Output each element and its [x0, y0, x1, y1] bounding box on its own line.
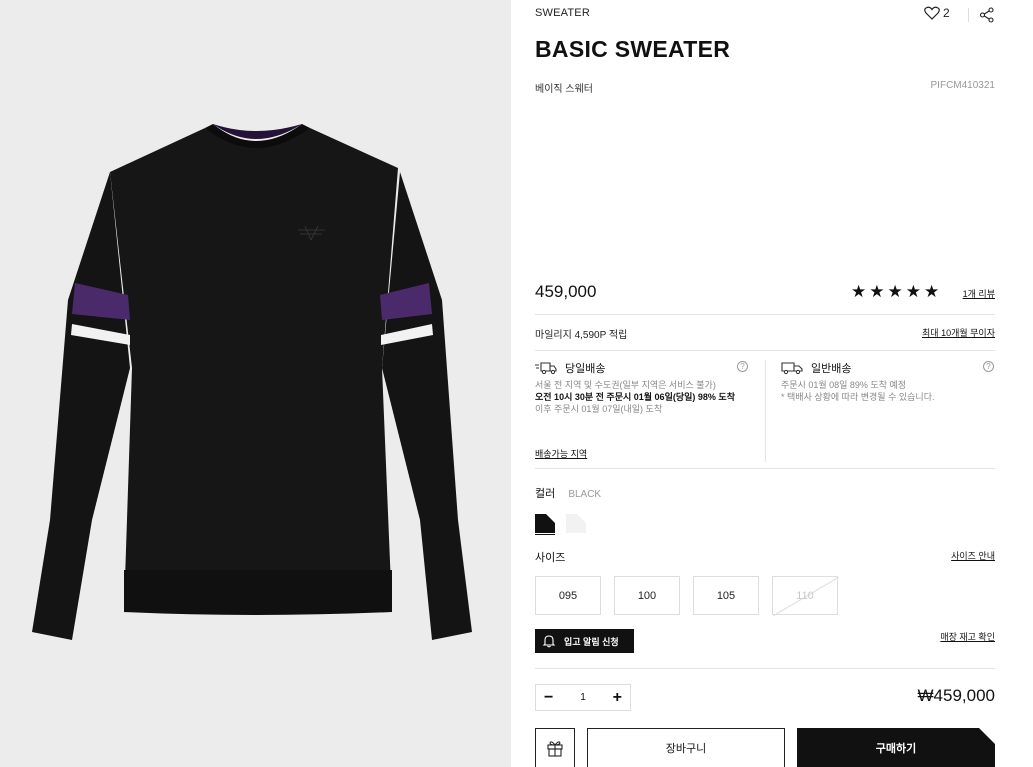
- product-image-panel: [0, 0, 511, 767]
- standard-title: 일반배송: [811, 363, 852, 375]
- same-day-region: 서울 전 지역 및 수도권(일부 지역은 서비스 불가): [535, 380, 716, 390]
- divider: [535, 350, 995, 351]
- gift-icon: [547, 741, 563, 757]
- size-option-label: 110: [796, 589, 814, 602]
- swatch-black-shape: [535, 514, 555, 533]
- share-button[interactable]: [979, 7, 995, 28]
- bell-icon: [542, 635, 556, 648]
- same-day-title: 당일배송: [565, 363, 606, 375]
- size-option-105[interactable]: 105: [693, 576, 759, 615]
- truck-icon: [781, 362, 803, 375]
- add-to-cart-button[interactable]: 장바구니: [587, 728, 785, 767]
- product-subtitle: 베이직 스웨터: [535, 84, 593, 95]
- swatch-white-shape: [566, 514, 586, 533]
- star-icon: ★: [887, 282, 903, 301]
- star-icon: ★: [851, 282, 867, 301]
- standard-note: * 택배사 상황에 따라 변경될 수 있습니다.: [781, 392, 935, 402]
- same-day-deadline: 오전 10시 30분 전 주문시 01월 06일(당일) 98% 도착: [535, 392, 735, 402]
- size-option-label: 105: [716, 589, 736, 602]
- truck-fast-icon: [535, 362, 557, 375]
- quantity-decrease-button[interactable]: −: [544, 689, 553, 706]
- quantity-increase-button[interactable]: +: [613, 689, 622, 706]
- color-option: 컬러 BLACK: [535, 485, 601, 501]
- restock-notify-button[interactable]: 입고 알림 신청: [535, 629, 634, 653]
- standard-shipping: 일반배송 ? 주문시 01월 08일 89% 도착 예정 * 택배사 상황에 따…: [781, 360, 1001, 402]
- restock-notify-label: 입고 알림 신청: [564, 636, 619, 647]
- help-icon[interactable]: ?: [983, 361, 994, 372]
- like-count: 2: [943, 6, 950, 20]
- swatch-white[interactable]: [566, 511, 586, 533]
- color-label: 컬러: [535, 488, 556, 500]
- share-icon: [979, 7, 994, 23]
- size-option-110-soldout[interactable]: 110: [772, 576, 839, 616]
- star-icon: ★: [905, 282, 921, 301]
- color-selected: BLACK: [568, 489, 602, 500]
- cart-label: 장바구니: [665, 743, 707, 755]
- same-day-shipping: 당일배송 ? 서울 전 지역 및 수도권(일부 지역은 서비스 불가) 오전 1…: [535, 360, 755, 414]
- standard-estimate: 주문시 01월 08일 89% 도착 예정: [781, 380, 907, 390]
- swatch-black[interactable]: [535, 511, 555, 535]
- sweater-left-sleeve: [32, 172, 130, 640]
- size-option-095[interactable]: 095: [535, 576, 601, 615]
- sweater-right-sleeve: [382, 172, 472, 640]
- divider: [535, 468, 995, 469]
- star-icon: ★: [869, 282, 885, 301]
- like-button[interactable]: 2: [924, 6, 950, 20]
- buy-label: 구매하기: [875, 743, 917, 755]
- product-title: BASIC SWEATER: [535, 36, 731, 62]
- size-option-100[interactable]: 100: [614, 576, 680, 615]
- sweater-hem: [124, 570, 392, 615]
- review-link[interactable]: 1개 리뷰: [963, 287, 995, 300]
- size-label: 사이즈: [535, 552, 566, 564]
- sweater-body: [110, 128, 398, 614]
- size-option-label: 095: [558, 589, 578, 602]
- quantity-value[interactable]: 1: [580, 692, 586, 703]
- size-guide-link[interactable]: 사이즈 안내: [951, 549, 995, 562]
- divider: [535, 314, 995, 315]
- installment-link[interactable]: 최대 10개월 무이자: [922, 326, 995, 339]
- product-code: PIFCM410321: [930, 80, 995, 91]
- gift-button[interactable]: [535, 728, 575, 767]
- product-price: 459,000: [535, 282, 597, 301]
- help-icon[interactable]: ?: [737, 361, 748, 372]
- heart-icon: [924, 6, 940, 20]
- header-divider: [968, 8, 969, 22]
- buy-now-button[interactable]: 구매하기: [797, 728, 995, 767]
- divider: [535, 668, 995, 669]
- product-info-panel: SWEATER 2 BASIC SWEATER 베이직 스웨터 PIFCM410…: [535, 0, 995, 767]
- product-category[interactable]: SWEATER: [535, 7, 590, 19]
- mileage-text: 마일리지 4,590P 적립: [535, 330, 628, 341]
- shipping-area-link[interactable]: 배송가능 지역: [535, 447, 587, 460]
- total-price: ₩459,000: [917, 686, 996, 705]
- rating-stars: ★ ★ ★ ★ ★: [851, 283, 939, 300]
- same-day-after: 이후 주문시 01월 07일(내일) 도착: [535, 404, 663, 414]
- star-icon: ★: [924, 282, 940, 301]
- size-option-label: 100: [637, 589, 657, 602]
- quantity-stepper: − 1 +: [535, 684, 631, 711]
- shipping-divider: [765, 360, 766, 462]
- store-stock-link[interactable]: 매장 재고 확인: [940, 630, 995, 643]
- product-image[interactable]: [0, 0, 511, 767]
